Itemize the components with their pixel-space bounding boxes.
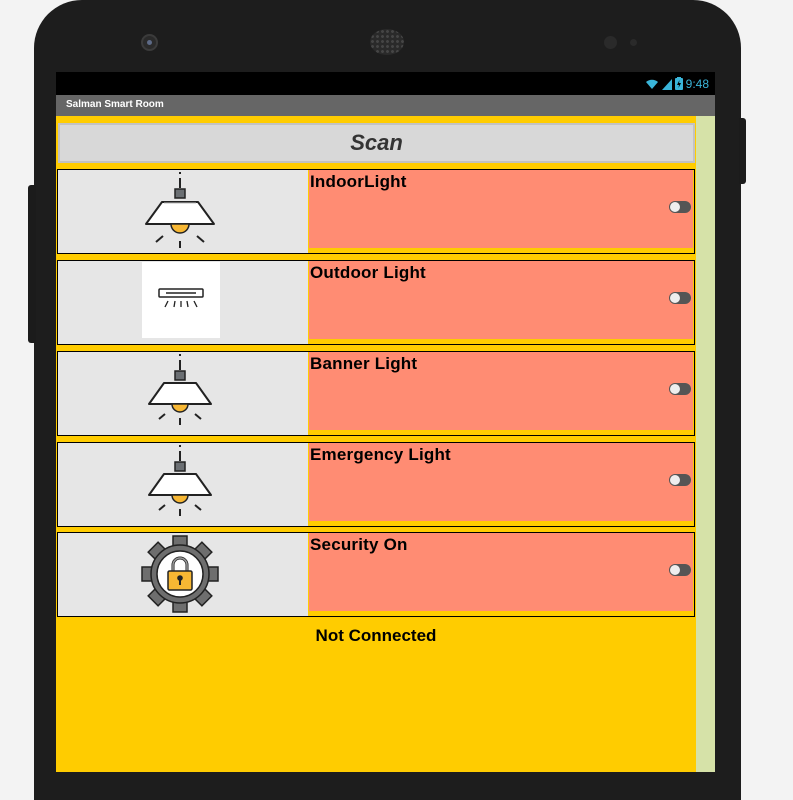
earpiece-speaker <box>370 29 404 55</box>
wifi-icon <box>645 79 658 89</box>
status-icons: 9:48 <box>645 75 709 92</box>
wall-light-icon <box>142 262 220 338</box>
device-panel: Security On <box>309 533 693 611</box>
device-label: Emergency Light <box>310 445 451 464</box>
device-row-emergency-light: Emergency Light <box>57 442 695 527</box>
device-panel: Outdoor Light <box>309 261 693 339</box>
phone-power-button <box>739 118 746 184</box>
app-screen: 9:48 Salman Smart Room Scan IndoorLight <box>56 72 715 772</box>
pendant-lamp-icon <box>148 354 212 425</box>
pendant-lamp-icon <box>148 445 212 516</box>
device-switch[interactable] <box>669 474 691 486</box>
phone-side-button <box>28 185 36 343</box>
app-title: Salman Smart Room <box>66 99 164 110</box>
device-label: Security On <box>310 535 408 554</box>
device-icon-cell <box>58 352 308 435</box>
device-icon-cell <box>58 170 308 253</box>
front-camera <box>141 34 158 51</box>
device-switch[interactable] <box>669 292 691 304</box>
status-time: 9:48 <box>685 76 709 91</box>
device-switch[interactable] <box>669 564 691 576</box>
device-label: IndoorLight <box>310 172 407 191</box>
device-icon-cell <box>58 261 308 344</box>
device-panel: Emergency Light <box>309 443 693 521</box>
device-row-banner-light: Banner Light <box>57 351 695 436</box>
lock-gear-icon <box>141 535 219 613</box>
device-row-outdoor-light: Outdoor Light <box>57 260 695 345</box>
device-switch[interactable] <box>669 201 691 213</box>
device-row-indoor-light: IndoorLight <box>57 169 695 254</box>
device-label: Banner Light <box>310 354 418 373</box>
cell-signal-icon <box>661 78 672 90</box>
device-label: Outdoor Light <box>310 263 426 282</box>
device-switch[interactable] <box>669 383 691 395</box>
scan-button[interactable]: Scan <box>58 123 695 163</box>
status-bar: 9:48 <box>56 72 715 95</box>
app-title-bar: Salman Smart Room <box>56 95 715 116</box>
light-sensor <box>630 39 637 46</box>
device-icon-cell <box>58 533 308 616</box>
battery-charging-icon <box>674 77 683 90</box>
device-icon-cell <box>58 443 308 526</box>
scroll-edge <box>696 116 715 772</box>
proximity-sensor <box>604 36 617 49</box>
device-row-security: Security On <box>57 532 695 617</box>
pendant-lamp-icon <box>145 172 215 248</box>
device-panel: Banner Light <box>309 352 693 430</box>
device-panel: IndoorLight <box>309 170 693 248</box>
connection-status-label: Not Connected <box>315 626 437 645</box>
